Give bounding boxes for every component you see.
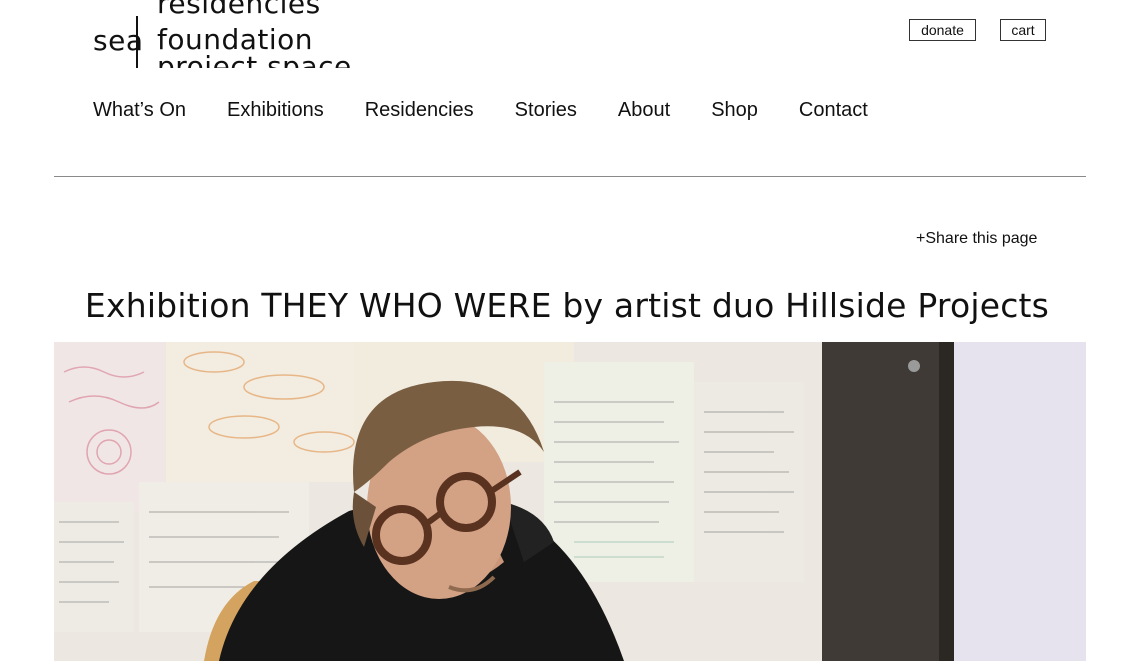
nav-item-contact[interactable]: Contact	[799, 98, 868, 122]
site-logo[interactable]: sea residencies foundation project space	[93, 0, 363, 68]
hero-image	[54, 342, 1086, 661]
donate-button[interactable]: donate	[909, 19, 976, 41]
nav-item-whats-on[interactable]: What’s On	[93, 98, 186, 122]
header-divider	[54, 176, 1086, 177]
nav-item-residencies[interactable]: Residencies	[365, 98, 474, 122]
logo-line-1: residencies	[157, 0, 321, 20]
logo-line-3: project space	[157, 50, 352, 69]
nav-item-exhibitions[interactable]: Exhibitions	[227, 98, 324, 122]
nav-item-about[interactable]: About	[618, 98, 670, 122]
nav-item-shop[interactable]: Shop	[711, 98, 758, 122]
cart-button[interactable]: cart	[1000, 19, 1046, 41]
main-nav: What’s On Exhibitions Residencies Storie…	[93, 98, 868, 122]
nav-item-stories[interactable]: Stories	[515, 98, 577, 122]
share-page-link[interactable]: +Share this page	[916, 229, 1037, 249]
hero-photo-artist-at-desk	[54, 342, 1086, 661]
logo-divider	[136, 16, 138, 68]
page-title: Exhibition THEY WHO WERE by artist duo H…	[84, 286, 1050, 325]
